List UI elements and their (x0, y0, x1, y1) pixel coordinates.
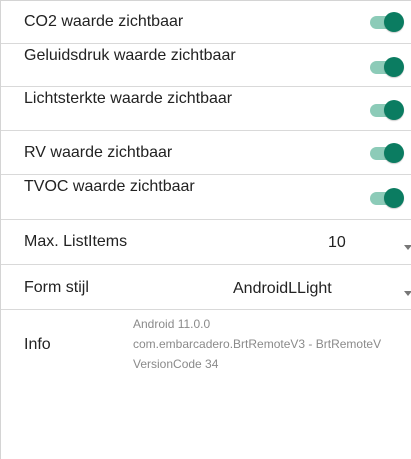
form-style-select[interactable]: AndroidLLight (233, 279, 332, 299)
max-list-items-label: Max. ListItems (24, 233, 128, 250)
sound-pressure-visible-label: Geluidsdruk waarde zichtbaar (24, 47, 236, 64)
settings-screen: CO2 waarde zichtbaar Geluidsdruk waarde … (0, 0, 411, 459)
switch-thumb (384, 188, 404, 208)
rh-visible-label: RV waarde zichtbaar (24, 144, 173, 161)
co2-visible-label: CO2 waarde zichtbaar (24, 13, 184, 30)
co2-visible-switch[interactable] (368, 11, 404, 33)
sound-pressure-visible-switch[interactable] (368, 56, 404, 78)
switch-thumb (384, 57, 404, 77)
chevron-down-icon[interactable] (404, 291, 411, 296)
package-name-text: com.embarcadero.BrtRemoteV3 - BrtRemoteV (133, 337, 382, 351)
max-list-items-select[interactable]: 10 (328, 233, 346, 253)
tvoc-visible-switch[interactable] (368, 187, 404, 209)
max-list-items-row: Max. ListItems 10 (1, 220, 411, 265)
tvoc-visible-row[interactable]: TVOC waarde zichtbaar (1, 175, 411, 220)
info-details: Android 11.0.0 com.embarcadero.BrtRemote… (133, 314, 411, 374)
light-intensity-visible-row[interactable]: Lichtsterkte waarde zichtbaar (1, 87, 411, 131)
tvoc-visible-label: TVOC waarde zichtbaar (24, 178, 195, 195)
info-row: Info Android 11.0.0 com.embarcadero.BrtR… (1, 310, 411, 380)
rh-visible-row[interactable]: RV waarde zichtbaar (1, 131, 411, 175)
form-style-label: Form stijl (24, 279, 89, 296)
rh-visible-switch[interactable] (368, 142, 404, 164)
info-label: Info (24, 336, 51, 353)
switch-thumb (384, 12, 404, 32)
sound-pressure-visible-row[interactable]: Geluidsdruk waarde zichtbaar (1, 44, 411, 87)
chevron-down-icon[interactable] (404, 245, 411, 250)
switch-thumb (384, 100, 404, 120)
light-intensity-visible-label: Lichtsterkte waarde zichtbaar (24, 90, 233, 107)
light-intensity-visible-switch[interactable] (368, 99, 404, 121)
version-code-text: VersionCode 34 (133, 357, 219, 371)
form-style-row: Form stijl AndroidLLight (1, 265, 411, 310)
android-version-text: Android 11.0.0 (133, 317, 211, 331)
co2-visible-row[interactable]: CO2 waarde zichtbaar (1, 1, 411, 44)
switch-thumb (384, 143, 404, 163)
